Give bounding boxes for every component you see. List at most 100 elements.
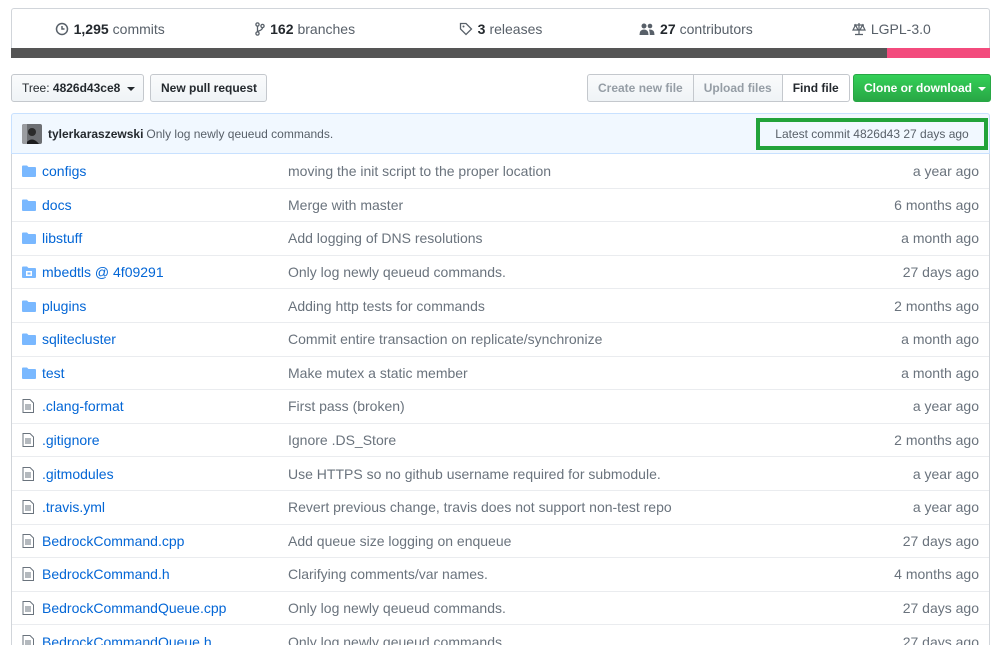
license-label: LGPL-3.0 bbox=[870, 21, 931, 37]
file-commit-message[interactable]: Clarifying comments/var names. bbox=[288, 566, 859, 582]
table-row[interactable]: .travis.yml Revert previous change, travi… bbox=[12, 489, 989, 524]
table-row[interactable]: mbedtls @ 4f09291 Only log newly qeueud c… bbox=[12, 254, 989, 289]
license-link[interactable]: LGPL-3.0 bbox=[794, 21, 989, 37]
table-row[interactable]: BedrockCommand.cpp Add queue size logging… bbox=[12, 523, 989, 558]
file-age: 27 days ago bbox=[902, 633, 979, 645]
clone-or-download-button[interactable]: Clone or download bbox=[853, 74, 991, 102]
file-commit-message[interactable]: Adding http tests for commands bbox=[288, 298, 859, 314]
table-row[interactable]: .gitmodules Use HTTPS so no github userna… bbox=[12, 456, 989, 490]
folder-icon bbox=[12, 367, 42, 379]
file-name-link[interactable]: libstuff bbox=[42, 230, 288, 246]
file-icon bbox=[12, 567, 42, 582]
branches-label: branches bbox=[297, 21, 356, 37]
table-row[interactable]: configs moving the init script to the pro… bbox=[12, 154, 989, 188]
file-age: 4 months ago bbox=[894, 566, 979, 583]
file-name-link[interactable]: .gitignore bbox=[42, 432, 288, 448]
file-name-link[interactable]: docs bbox=[42, 197, 288, 213]
file-name-link[interactable]: sqlitecluster bbox=[42, 331, 288, 347]
contributors-link[interactable]: 27 contributors bbox=[598, 21, 793, 37]
file-commit-message[interactable]: Add logging of DNS resolutions bbox=[288, 230, 859, 246]
people-icon bbox=[639, 23, 655, 35]
language-segment-0 bbox=[11, 48, 888, 58]
latest-commit[interactable]: Latest commit 4826d43 27 days ago bbox=[756, 118, 988, 150]
language-segment-1 bbox=[887, 48, 990, 58]
file-name-link[interactable]: plugins bbox=[42, 298, 288, 314]
new-pull-request-button[interactable]: New pull request bbox=[150, 74, 267, 102]
folder-icon bbox=[12, 300, 42, 312]
branch-icon bbox=[255, 22, 265, 36]
file-commit-message[interactable]: Make mutex a static member bbox=[288, 365, 859, 381]
commit-message[interactable]: Only log newly qeueud commands. bbox=[146, 127, 333, 141]
file-name-link[interactable]: test bbox=[42, 365, 288, 381]
submodule-icon bbox=[12, 266, 42, 279]
file-commit-message[interactable]: Add queue size logging on enqueue bbox=[288, 533, 859, 549]
upload-files-button[interactable]: Upload files bbox=[693, 74, 783, 102]
file-commit-message[interactable]: Merge with master bbox=[288, 197, 859, 213]
commit-author[interactable]: tylerkaraszewski bbox=[48, 127, 143, 141]
file-name-link[interactable]: BedrockCommandQueue.cpp bbox=[42, 600, 288, 616]
file-icon bbox=[12, 533, 42, 548]
file-commit-message[interactable]: First pass (broken) bbox=[288, 398, 859, 414]
create-new-file-button[interactable]: Create new file bbox=[587, 74, 694, 102]
commit-tease: tylerkaraszewski Only log newly qeueud c… bbox=[11, 113, 990, 154]
file-age: 27 days ago bbox=[902, 264, 979, 281]
table-row[interactable]: libstuff Add logging of DNS resolutions a … bbox=[12, 221, 989, 255]
file-name-link[interactable]: .travis.yml bbox=[42, 499, 288, 515]
file-age: 2 months ago bbox=[894, 432, 979, 449]
table-row[interactable]: plugins Adding http tests for commands 2 m… bbox=[12, 288, 989, 322]
file-age: a month ago bbox=[901, 331, 979, 348]
folder-icon bbox=[12, 232, 42, 245]
table-row[interactable]: BedrockCommandQueue.h Only log newly qeue… bbox=[12, 624, 989, 645]
table-row[interactable]: .gitignore Ignore .DS_Store 2 months ago bbox=[12, 422, 989, 457]
table-row[interactable]: BedrockCommandQueue.cpp Only log newly qe… bbox=[12, 590, 989, 625]
file-age: 27 days ago bbox=[902, 532, 979, 549]
releases-link[interactable]: 3 releases bbox=[403, 21, 598, 37]
table-row[interactable]: .clang-format First pass (broken) a year a… bbox=[12, 389, 989, 423]
file-commit-message[interactable]: Only log newly qeueud commands. bbox=[288, 634, 859, 645]
file-age: a year ago bbox=[912, 499, 979, 516]
commits-link[interactable]: 1,295 commits bbox=[12, 21, 207, 37]
file-age: a month ago bbox=[901, 364, 979, 381]
file-age: 27 days ago bbox=[902, 600, 979, 617]
language-bar[interactable] bbox=[11, 48, 990, 58]
releases-label: releases bbox=[489, 21, 543, 37]
chevron-down-icon bbox=[978, 86, 987, 91]
tree-label: Tree: bbox=[22, 81, 50, 95]
file-commit-message[interactable]: Revert previous change, travis does not … bbox=[288, 499, 859, 515]
chevron-down-icon bbox=[126, 86, 135, 91]
file-commit-message[interactable]: Only log newly qeueud commands. bbox=[288, 264, 859, 280]
file-age: 6 months ago bbox=[894, 196, 979, 213]
table-row[interactable]: BedrockCommand.h Clarifying comments/var … bbox=[12, 557, 989, 591]
file-icon bbox=[12, 634, 42, 645]
branch-select-button[interactable]: Tree: 4826d43ce8 bbox=[11, 74, 144, 102]
table-row[interactable]: test Make mutex a static member a month ag… bbox=[12, 355, 989, 390]
file-actions: Create new file Upload files Find file bbox=[587, 74, 850, 102]
clone-label: Clone or download bbox=[864, 81, 972, 95]
file-icon bbox=[12, 466, 42, 481]
folder-icon bbox=[12, 333, 42, 346]
folder-icon bbox=[12, 199, 42, 211]
file-commit-message[interactable]: moving the init script to the proper loc… bbox=[288, 163, 859, 179]
file-commit-message[interactable]: Ignore .DS_Store bbox=[288, 432, 859, 448]
branches-link[interactable]: 162 branches bbox=[207, 21, 402, 37]
commits-count: 1,295 bbox=[73, 21, 109, 37]
file-name-link[interactable]: .clang-format bbox=[42, 398, 288, 414]
file-icon bbox=[12, 433, 42, 448]
file-name-link[interactable]: mbedtls @ 4f09291 bbox=[42, 264, 288, 280]
branches-count: 162 bbox=[270, 21, 294, 37]
file-name-link[interactable]: BedrockCommand.cpp bbox=[42, 533, 288, 549]
file-commit-message[interactable]: Use HTTPS so no github username required… bbox=[288, 466, 859, 482]
table-row[interactable]: docs Merge with master 6 months ago bbox=[12, 187, 989, 222]
avatar[interactable] bbox=[22, 123, 42, 144]
file-icon bbox=[12, 399, 42, 414]
find-file-button[interactable]: Find file bbox=[782, 74, 850, 102]
file-commit-message[interactable]: Only log newly qeueud commands. bbox=[288, 600, 859, 616]
file-name-link[interactable]: BedrockCommandQueue.h bbox=[42, 634, 288, 645]
releases-count: 3 bbox=[477, 21, 486, 37]
table-row[interactable]: sqlitecluster Commit entire transaction o… bbox=[12, 321, 989, 356]
file-name-link[interactable]: configs bbox=[42, 163, 288, 179]
file-commit-message[interactable]: Commit entire transaction on replicate/s… bbox=[288, 331, 859, 347]
file-name-link[interactable]: BedrockCommand.h bbox=[42, 566, 288, 582]
file-name-link[interactable]: .gitmodules bbox=[42, 466, 288, 482]
file-list: configs moving the init script to the pro… bbox=[11, 154, 990, 645]
